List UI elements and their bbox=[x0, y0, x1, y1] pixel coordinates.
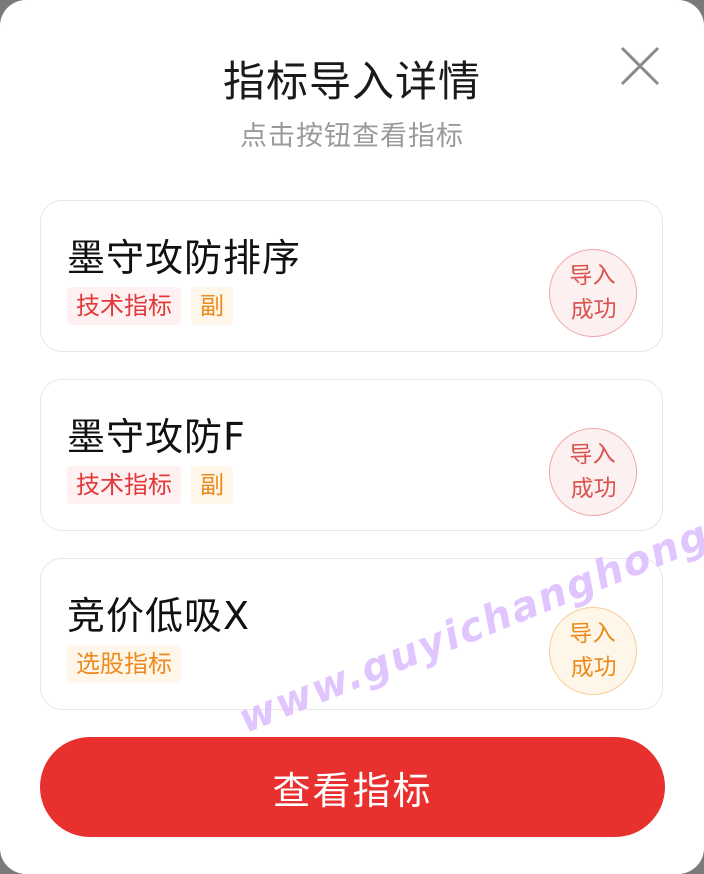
import-success-stamp: 导入 成功 bbox=[547, 247, 639, 339]
tag-sub: 副 bbox=[191, 287, 233, 325]
import-success-stamp: 导入 成功 bbox=[547, 426, 639, 518]
indicator-name: 竞价低吸X bbox=[67, 594, 251, 638]
indicator-name: 墨守攻防排序 bbox=[67, 236, 302, 280]
dialog-subtitle: 点击按钮查看指标 bbox=[240, 121, 464, 152]
indicator-tags: 选股指标 bbox=[67, 645, 181, 683]
close-icon[interactable] bbox=[618, 44, 662, 88]
indicator-name: 墨守攻防F bbox=[67, 415, 246, 459]
indicator-tags: 技术指标 副 bbox=[67, 287, 233, 325]
view-indicators-button[interactable]: 查看指标 bbox=[40, 737, 665, 837]
tag-stock-selection: 选股指标 bbox=[67, 645, 181, 683]
import-detail-dialog: 指标导入详情 点击按钮查看指标 墨守攻防排序 技术指标 副 导入 成功 墨守攻防… bbox=[0, 0, 704, 874]
stamp-line-2: 成功 bbox=[570, 296, 618, 324]
tag-sub: 副 bbox=[191, 466, 233, 504]
tag-technical: 技术指标 bbox=[67, 287, 181, 325]
stamp-line-2: 成功 bbox=[570, 475, 618, 503]
import-success-stamp: 导入 成功 bbox=[547, 605, 639, 697]
indicator-card: 竞价低吸X 选股指标 导入 成功 bbox=[40, 558, 663, 710]
tag-technical: 技术指标 bbox=[67, 466, 181, 504]
stamp-line-1: 导入 bbox=[568, 620, 616, 648]
stamp-line-2: 成功 bbox=[570, 654, 618, 682]
stamp-line-1: 导入 bbox=[568, 441, 616, 469]
dialog-title: 指标导入详情 bbox=[222, 57, 481, 106]
indicator-card: 墨守攻防F 技术指标 副 导入 成功 bbox=[40, 379, 663, 531]
indicator-tags: 技术指标 副 bbox=[67, 466, 233, 504]
stamp-line-1: 导入 bbox=[568, 262, 616, 290]
indicator-card: 墨守攻防排序 技术指标 副 导入 成功 bbox=[40, 200, 663, 352]
